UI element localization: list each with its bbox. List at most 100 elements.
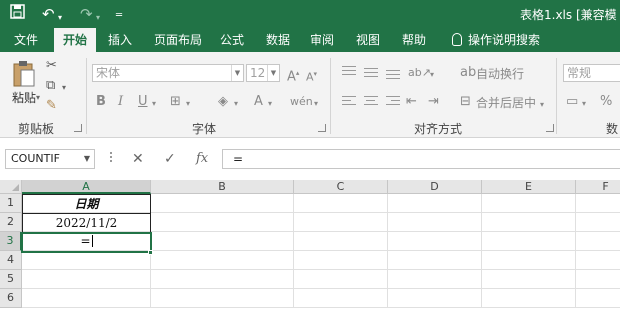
formula-bar-resize-handle[interactable] xyxy=(110,152,113,166)
save-icon[interactable] xyxy=(10,4,25,24)
merge-dropdown-icon[interactable]: ▾ xyxy=(540,97,544,113)
row-header-2[interactable]: 2 xyxy=(0,213,22,232)
empty-cell[interactable] xyxy=(151,270,294,289)
merge-center-icon[interactable]: ⊟ xyxy=(460,94,471,110)
empty-cell[interactable] xyxy=(151,194,294,213)
accounting-dropdown-icon[interactable]: ▾ xyxy=(582,96,586,112)
align-top-icon[interactable] xyxy=(342,66,356,78)
formula-input[interactable]: = xyxy=(222,149,620,169)
bold-icon[interactable]: B xyxy=(96,94,106,110)
font-size-combo[interactable]: 12 ▼ xyxy=(246,64,280,82)
undo-icon[interactable]: ↶ xyxy=(42,4,55,24)
empty-cell[interactable] xyxy=(151,251,294,270)
column-header-b[interactable]: B xyxy=(151,180,294,194)
font-color-dropdown-icon[interactable]: ▾ xyxy=(268,96,272,112)
align-center-icon[interactable] xyxy=(364,96,378,108)
empty-cell[interactable] xyxy=(388,232,482,251)
wrap-text-button[interactable]: 自动换行 xyxy=(476,66,524,82)
font-launcher-icon[interactable] xyxy=(318,124,326,132)
empty-cell[interactable] xyxy=(576,270,620,289)
empty-cell[interactable] xyxy=(576,251,620,270)
column-header-e[interactable]: E xyxy=(482,180,576,194)
empty-cell[interactable] xyxy=(388,194,482,213)
empty-cell[interactable] xyxy=(388,289,482,308)
empty-cell[interactable] xyxy=(151,232,294,251)
column-header-a[interactable]: A xyxy=(22,180,151,194)
fill-color-dropdown-icon[interactable]: ▾ xyxy=(234,96,238,112)
tell-me-search[interactable]: 操作说明搜索 xyxy=(446,28,546,52)
fill-handle[interactable] xyxy=(148,250,153,255)
column-header-d[interactable]: D xyxy=(388,180,482,194)
empty-cell[interactable] xyxy=(576,232,620,251)
empty-cell[interactable] xyxy=(22,270,151,289)
empty-cell[interactable] xyxy=(482,289,576,308)
column-header-f[interactable]: F xyxy=(576,180,620,194)
tab-view[interactable]: 视图 xyxy=(350,28,386,52)
number-format-combo[interactable]: 常规 xyxy=(563,64,620,82)
tab-file[interactable]: 文件 xyxy=(6,28,46,52)
customize-quick-access-icon[interactable]: ═ xyxy=(116,6,122,26)
empty-cell[interactable] xyxy=(482,270,576,289)
empty-cell[interactable] xyxy=(482,213,576,232)
tab-home[interactable]: 开始 xyxy=(54,28,96,52)
cell-a2[interactable]: 2022/11/2 xyxy=(22,213,151,233)
increase-indent-icon[interactable]: ⇥ xyxy=(428,94,439,110)
insert-function-button[interactable]: fx xyxy=(196,150,208,168)
empty-cell[interactable] xyxy=(294,194,388,213)
empty-cell[interactable] xyxy=(22,289,151,308)
underline-icon[interactable]: U xyxy=(138,94,148,110)
align-right-icon[interactable] xyxy=(386,96,400,108)
empty-cell[interactable] xyxy=(482,232,576,251)
empty-cell[interactable] xyxy=(22,251,151,270)
cell-a3-active[interactable]: = xyxy=(21,232,152,253)
row-header-1[interactable]: 1 xyxy=(0,194,22,213)
empty-cell[interactable] xyxy=(482,251,576,270)
empty-cell[interactable] xyxy=(388,251,482,270)
row-header-5[interactable]: 5 xyxy=(0,270,22,289)
percent-style-icon[interactable]: % xyxy=(600,94,612,110)
align-left-icon[interactable] xyxy=(342,96,356,108)
tab-help[interactable]: 帮助 xyxy=(396,28,432,52)
orientation-icon[interactable]: ab↗ xyxy=(408,65,431,81)
cell-a1[interactable]: 日期 xyxy=(22,194,151,214)
copy-dropdown-icon[interactable]: ▾ xyxy=(62,80,66,96)
font-name-combo[interactable]: 宋体 ▼ xyxy=(92,64,244,82)
clipboard-launcher-icon[interactable] xyxy=(74,124,82,132)
align-bottom-icon[interactable] xyxy=(386,70,400,82)
empty-cell[interactable] xyxy=(576,289,620,308)
italic-icon[interactable]: I xyxy=(118,94,123,110)
tab-formulas[interactable]: 公式 xyxy=(214,28,250,52)
empty-cell[interactable] xyxy=(576,213,620,232)
tab-data[interactable]: 数据 xyxy=(260,28,296,52)
border-dropdown-icon[interactable]: ▾ xyxy=(186,96,190,112)
empty-cell[interactable] xyxy=(294,251,388,270)
row-header-3[interactable]: 3 xyxy=(0,232,22,251)
empty-cell[interactable] xyxy=(388,270,482,289)
phonetic-dropdown-icon[interactable]: ▾ xyxy=(314,96,318,112)
underline-dropdown-icon[interactable]: ▾ xyxy=(152,96,156,112)
paste-icon[interactable] xyxy=(12,60,36,88)
empty-cell[interactable] xyxy=(294,232,388,251)
format-painter-icon[interactable]: ✎ xyxy=(46,98,57,114)
paste-dropdown-icon[interactable]: ▾ xyxy=(36,90,40,106)
decrease-indent-icon[interactable]: ⇤ xyxy=(406,94,417,110)
font-color-icon[interactable]: A xyxy=(254,94,263,110)
empty-cell[interactable] xyxy=(294,213,388,232)
align-middle-icon[interactable] xyxy=(364,68,378,80)
empty-cell[interactable] xyxy=(388,213,482,232)
copy-icon[interactable]: ⧉ xyxy=(46,78,55,94)
fill-color-icon[interactable]: ◈ xyxy=(218,94,228,110)
tab-page-layout[interactable]: 页面布局 xyxy=(148,28,208,52)
cancel-formula-button[interactable]: ✕ xyxy=(132,150,144,168)
select-all-corner[interactable] xyxy=(0,180,22,194)
wrap-text-icon[interactable]: ab xyxy=(460,65,476,81)
merge-center-button[interactable]: 合并后居中 xyxy=(476,95,536,111)
empty-cell[interactable] xyxy=(482,194,576,213)
row-header-4[interactable]: 4 xyxy=(0,251,22,270)
increase-font-icon[interactable]: A▴ xyxy=(287,65,299,85)
empty-cell[interactable] xyxy=(576,194,620,213)
accounting-format-icon[interactable]: ▭ xyxy=(566,94,578,110)
empty-cell[interactable] xyxy=(294,289,388,308)
empty-cell[interactable] xyxy=(151,289,294,308)
empty-cell[interactable] xyxy=(151,213,294,232)
